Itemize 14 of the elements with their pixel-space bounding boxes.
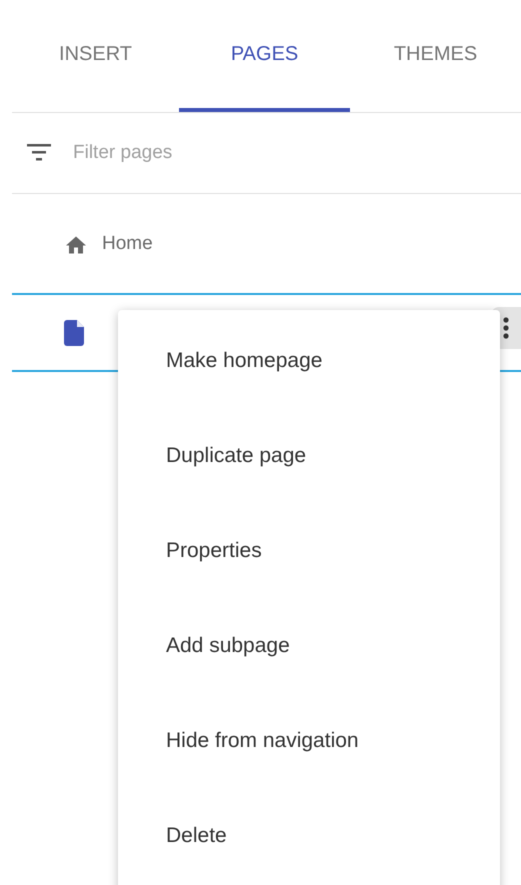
menu-item[interactable]: Make homepage (118, 313, 500, 408)
more-icon (503, 316, 509, 340)
page-title: Home (102, 232, 153, 254)
menu-item[interactable]: Hide from navigation (118, 693, 500, 788)
tab[interactable]: INSERT (12, 0, 180, 112)
document-icon (64, 320, 84, 346)
menu-item[interactable]: Add subpage (118, 598, 500, 693)
menu-item[interactable]: Delete (118, 788, 500, 883)
tab[interactable]: PAGES (179, 0, 350, 112)
filter-icon (27, 144, 51, 162)
menu-item[interactable]: Duplicate page (118, 408, 500, 503)
page-row[interactable]: Home (12, 194, 521, 293)
menu-item[interactable]: Properties (118, 503, 500, 598)
tab[interactable]: THEMES (350, 0, 521, 112)
